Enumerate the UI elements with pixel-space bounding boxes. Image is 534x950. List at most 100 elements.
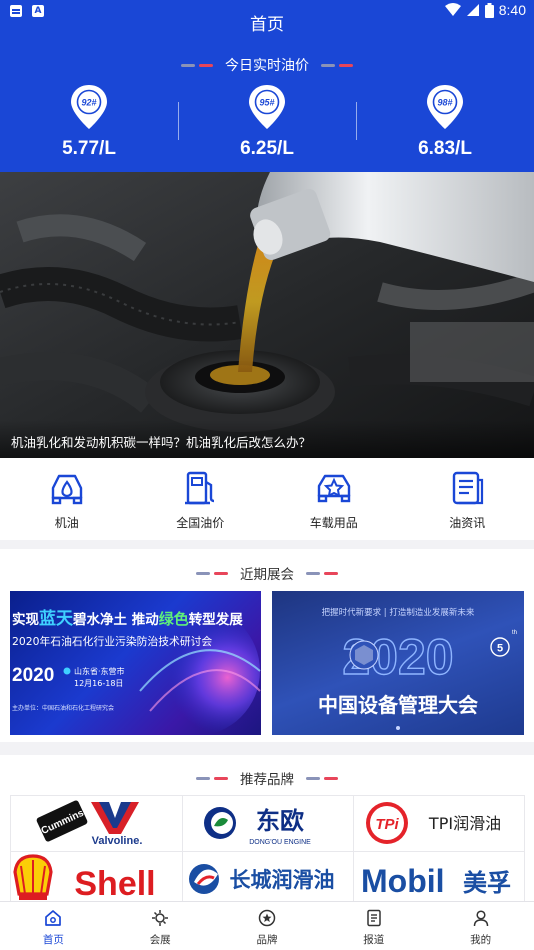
poster-edition-suffix: th xyxy=(512,630,517,636)
tpi-text: TPI润滑油 xyxy=(427,814,500,833)
dongou-en: DONG'OU ENGINE xyxy=(249,839,311,846)
category-label: 机油 xyxy=(54,516,79,530)
category-label: 油资讯 xyxy=(449,516,486,530)
price-row: 92# 5.77/L 95# 6.25/L 98# 6.83/L xyxy=(0,80,534,166)
section-title-text: 推荐品牌 xyxy=(240,772,294,788)
grade-label: 92# xyxy=(81,98,96,108)
car-oil-icon xyxy=(51,474,82,505)
exhibitions-section: 近期展会 实现蓝天碧水净土 推动绿色转型发展 2020年石油石化行业污染防治技术… xyxy=(0,549,534,742)
location-pin-icon: 95# xyxy=(249,85,285,129)
location-pin-icon: 98# xyxy=(427,85,463,129)
grade-label: 95# xyxy=(259,98,274,108)
poster-year: 2020 xyxy=(12,665,54,686)
section-title: 推荐品牌 xyxy=(0,768,534,788)
brands-section: 推荐品牌 Cummins Valvoline. 东欧 DONG'OU ENGIN… xyxy=(0,755,534,908)
price-98[interactable]: 98# 6.83/L xyxy=(356,80,534,166)
category-label: 全国油价 xyxy=(176,516,225,530)
category-oil-news[interactable]: 油资讯 xyxy=(401,458,534,540)
poster-slogan: 把握时代新要求 | 打造制造业发展新未来 xyxy=(322,607,475,618)
nav-label: 品牌 xyxy=(256,934,278,946)
banner-carousel[interactable]: 机油乳化和发动机积碳一样吗？机油乳化后改怎么办？ xyxy=(0,172,534,458)
nav-profile[interactable]: 我的 xyxy=(427,902,534,950)
section-title: 近期展会 xyxy=(0,563,534,583)
great-wall-text: 长城润滑油 xyxy=(229,868,334,892)
shell-logo: Shell xyxy=(13,854,156,903)
category-label: 车载用品 xyxy=(309,516,358,530)
nav-home[interactable]: 首页 xyxy=(0,902,107,950)
exhibition-icon xyxy=(152,910,169,926)
mobil-logo: Mobil 美孚 xyxy=(361,863,511,899)
poster-name: 中国设备管理大会 xyxy=(318,693,478,717)
mobil-text: Mobil xyxy=(361,863,445,899)
tpi-logo: TPi TPI润滑油 xyxy=(365,802,501,844)
dongou-cn: 东欧 xyxy=(256,806,304,835)
report-icon xyxy=(367,909,381,927)
dongou-logo: 东欧 DONG'OU ENGINE xyxy=(203,806,311,846)
price-value: 6.25/L xyxy=(240,138,294,159)
fuel-pump-icon xyxy=(185,471,215,505)
cummins-valvoline-logo: Cummins Valvoline. xyxy=(36,800,143,847)
brand-dongou[interactable]: 东欧 DONG'OU ENGINE xyxy=(181,794,354,852)
home-icon xyxy=(45,910,62,926)
great-wall-logo: 长城润滑油 xyxy=(188,864,334,894)
header: A 8:40 首页 今日实时油价 92# 5.77/L 95# 6.25/L 9… xyxy=(0,0,534,172)
user-icon xyxy=(473,910,488,927)
nav-label: 会展 xyxy=(149,934,171,946)
car-star-icon xyxy=(317,474,350,503)
shell-text: Shell xyxy=(74,865,155,903)
poster-headline-c: 碧水净土 推动 xyxy=(72,611,159,628)
poster-subtitle: 2020年石油石化行业污染防治技术研讨会 xyxy=(12,634,212,648)
poster-organizer: 主办单位：中国石油和石化工程研究会 xyxy=(12,704,114,712)
price-value: 6.83/L xyxy=(418,138,472,159)
divider xyxy=(356,102,357,140)
brand-shell[interactable]: Shell xyxy=(9,850,183,908)
section-title-text: 近期展会 xyxy=(240,567,294,583)
poster-headline-d: 绿色 xyxy=(159,610,189,628)
banner-caption: 机油乳化和发动机积碳一样吗？机油乳化后改怎么办？ xyxy=(0,420,534,458)
category-fuel-price[interactable]: 全国油价 xyxy=(134,458,268,540)
news-doc-icon xyxy=(453,471,484,505)
poster-location: 山东省·东营市 xyxy=(74,666,125,676)
brand-icon xyxy=(258,909,276,927)
poster-date: 12月16-18日 xyxy=(74,679,123,688)
brand-grid: Cummins Valvoline. 东欧 DONG'OU ENGINE TPi… xyxy=(9,794,525,908)
nav-brand[interactable]: 品牌 xyxy=(214,902,321,950)
valvoline-text: Valvoline. xyxy=(92,835,143,847)
category-car-accessories[interactable]: 车载用品 xyxy=(267,458,401,540)
price-92[interactable]: 92# 5.77/L xyxy=(0,80,178,166)
nav-label: 我的 xyxy=(470,934,492,946)
brand-cummins-valvoline[interactable]: Cummins Valvoline. xyxy=(9,794,183,852)
svg-text:实现蓝天碧水净土 推动绿色转型发展: 实现蓝天碧水净土 推动绿色转型发展 xyxy=(12,609,243,629)
exhibition-poster: 把握时代新要求 | 打造制造业发展新未来 2020 5 th 中国设备管理大会 xyxy=(318,607,517,730)
price-title-text: 今日实时油价 xyxy=(225,58,309,74)
poster-headline-a: 实现 xyxy=(12,611,39,628)
page-title: 首页 xyxy=(250,15,284,35)
price-value: 5.77/L xyxy=(62,138,116,159)
location-pin-icon: 92# xyxy=(71,85,107,129)
mobil-cn-text: 美孚 xyxy=(463,869,511,897)
banner-image xyxy=(0,172,534,458)
category-grid: 机油 全国油价 车载用品 油资讯 xyxy=(0,458,534,540)
divider xyxy=(178,102,179,140)
nav-exhibition[interactable]: 会展 xyxy=(107,902,214,950)
bottom-nav: 首页 会展 品牌 报道 我的 xyxy=(0,901,534,950)
price-95[interactable]: 95# 6.25/L xyxy=(178,80,356,166)
brand-tpi[interactable]: TPi TPI润滑油 xyxy=(352,794,525,852)
brand-great-wall[interactable]: 长城润滑油 xyxy=(181,850,354,908)
poster-edition: 5 xyxy=(497,643,503,655)
nav-label: 首页 xyxy=(42,934,64,946)
nav-label: 报道 xyxy=(363,934,385,946)
exhibition-poster: 实现蓝天碧水净土 推动绿色转型发展 2020年石油石化行业污染防治技术研讨会 2… xyxy=(12,606,261,735)
exhibition-card[interactable]: 把握时代新要求 | 打造制造业发展新未来 2020 5 th 中国设备管理大会 xyxy=(272,591,524,735)
tpi-badge: TPi xyxy=(375,816,399,833)
nav-report[interactable]: 报道 xyxy=(320,902,427,950)
location-dot-icon xyxy=(63,667,71,675)
price-section-title: 今日实时油价 xyxy=(0,55,534,75)
exhibition-card[interactable]: 实现蓝天碧水净土 推动绿色转型发展 2020年石油石化行业污染防治技术研讨会 2… xyxy=(10,591,261,735)
brand-mobil[interactable]: Mobil 美孚 xyxy=(352,850,525,908)
poster-headline-e: 转型发展 xyxy=(189,611,243,628)
poster-headline-b: 蓝天 xyxy=(39,609,74,629)
category-engine-oil[interactable]: 机油 xyxy=(0,458,134,540)
grade-label: 98# xyxy=(437,98,452,108)
carousel-dot xyxy=(396,726,400,730)
